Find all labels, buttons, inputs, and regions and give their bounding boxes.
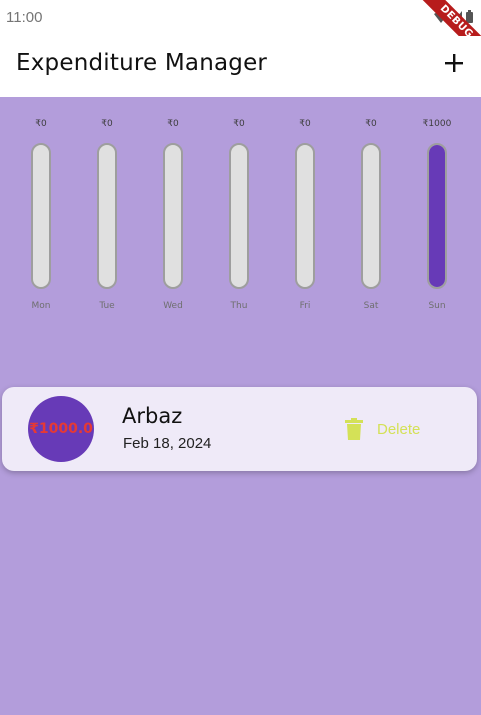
bar-amount-label: ₹0 bbox=[167, 119, 179, 129]
app-bar: Expenditure Manager bbox=[0, 36, 481, 97]
bar-day-label: Sun bbox=[428, 301, 446, 311]
bar-day-label: Thu bbox=[230, 301, 248, 311]
bar-amount-label: ₹0 bbox=[365, 119, 377, 129]
transaction-card: ₹1000.0 Arbaz Feb 18, 2024 Delete bbox=[2, 387, 477, 471]
bar-amount-label: ₹0 bbox=[35, 119, 47, 129]
bar-track bbox=[97, 143, 117, 289]
bar-track bbox=[31, 143, 51, 289]
bar-amount-label: ₹0 bbox=[233, 119, 245, 129]
plus-icon bbox=[445, 54, 463, 72]
status-bar: 11:00 DEBUG bbox=[0, 0, 481, 67]
bar-day-label: Sat bbox=[363, 301, 379, 311]
bar-amount-label: ₹1000 bbox=[422, 119, 452, 129]
bar-track bbox=[295, 143, 315, 289]
add-button[interactable] bbox=[439, 48, 469, 78]
bar-fill bbox=[429, 145, 445, 287]
delete-button[interactable]: Delete bbox=[345, 415, 420, 443]
weekly-chart: ₹0 Mon ₹0 Tue ₹0 Wed ₹0 Thu ₹0 Fri ₹0 Sat ₹1000 Sun bbox=[0, 97, 481, 327]
status-time: 11:00 bbox=[6, 9, 43, 26]
transaction-date: Feb 18, 2024 bbox=[123, 435, 212, 452]
transaction-amount: ₹1000.0 bbox=[29, 421, 93, 437]
bar-day-label: Wed bbox=[163, 301, 183, 311]
bar-track bbox=[361, 143, 381, 289]
bar-amount-label: ₹0 bbox=[101, 119, 113, 129]
transaction-title: Arbaz bbox=[122, 404, 183, 428]
amount-avatar: ₹1000.0 bbox=[28, 396, 94, 462]
bar-day-label: Mon bbox=[31, 301, 51, 311]
trash-icon bbox=[345, 418, 363, 440]
bar-track bbox=[229, 143, 249, 289]
bar-day-label: Fri bbox=[299, 301, 311, 311]
bar-track bbox=[163, 143, 183, 289]
bar-day-label: Tue bbox=[99, 301, 115, 311]
bar-amount-label: ₹0 bbox=[299, 119, 311, 129]
delete-label: Delete bbox=[377, 420, 421, 438]
bar-track bbox=[427, 143, 447, 289]
app-title: Expenditure Manager bbox=[16, 50, 268, 76]
